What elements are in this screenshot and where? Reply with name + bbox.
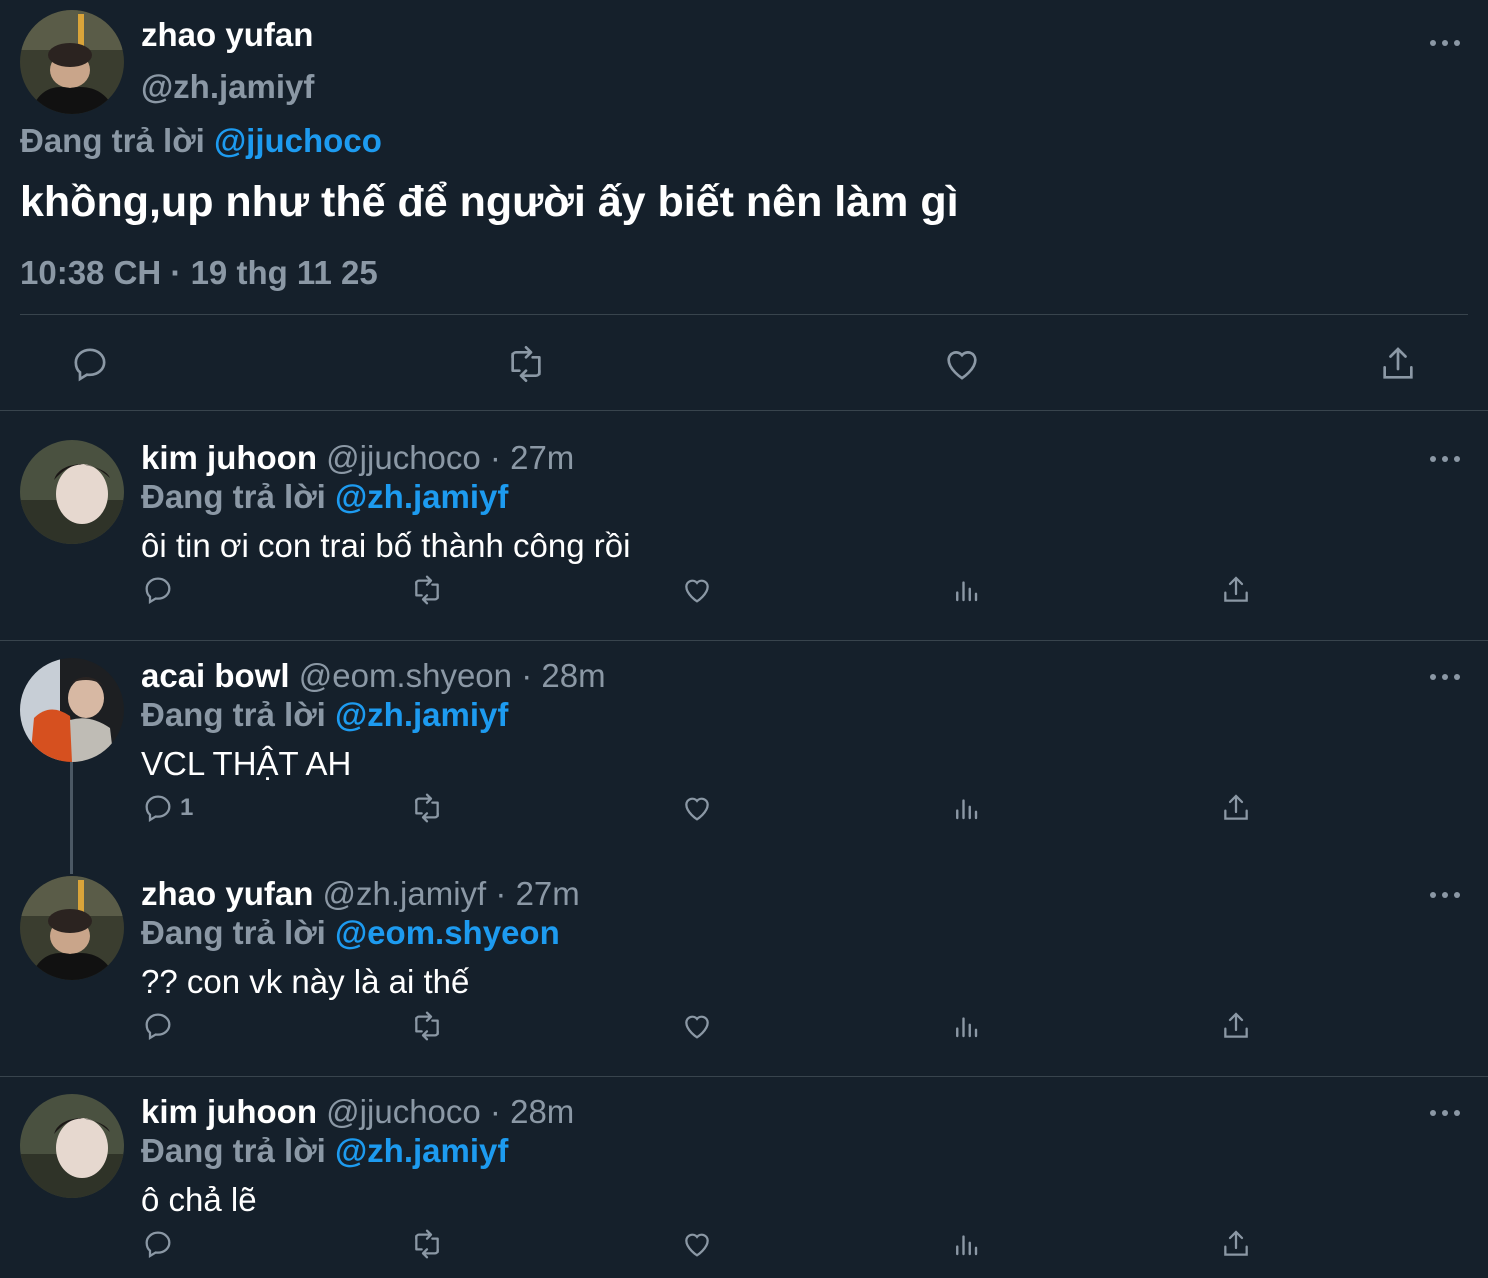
tweet-date: 19 thg 11 25 <box>190 254 378 291</box>
retweet-icon[interactable] <box>409 1216 445 1272</box>
reply-actions <box>0 1216 1488 1264</box>
analytics-icon[interactable] <box>951 1216 981 1272</box>
share-icon[interactable] <box>1220 562 1252 618</box>
heart-icon[interactable] <box>934 336 990 392</box>
meta-separator: · <box>489 439 501 476</box>
reply-text: VCL THẬT AH <box>141 745 352 782</box>
reply-actions <box>0 998 1488 1054</box>
meta-separator: · <box>521 657 533 694</box>
avatar[interactable] <box>20 658 124 762</box>
more-options-icon[interactable] <box>1430 888 1460 902</box>
retweet-icon[interactable] <box>409 998 445 1054</box>
more-options-icon[interactable] <box>1430 36 1460 50</box>
replying-to-line: Đang trả lời @jjuchoco <box>20 122 382 160</box>
analytics-icon[interactable] <box>951 780 981 836</box>
heart-icon[interactable] <box>680 998 714 1054</box>
replying-to-line: Đang trả lời @zh.jamiyf <box>141 696 508 734</box>
replying-prefix: Đang trả lời <box>141 696 326 733</box>
heart-icon[interactable] <box>680 1216 714 1272</box>
reply-icon[interactable] <box>142 1216 180 1272</box>
reply-text: ôi tin ơi con trai bố thành công rồi <box>141 527 631 564</box>
replying-to-line: Đang trả lời @zh.jamiyf <box>141 1132 508 1170</box>
author-handle[interactable]: @eom.shyeon <box>299 657 512 694</box>
replying-to-line: Đang trả lời @eom.shyeon <box>141 914 560 952</box>
meta-separator: · <box>170 254 182 291</box>
author-handle[interactable]: @jjuchoco <box>326 439 481 476</box>
author-name[interactable]: kim juhoon <box>141 1093 317 1130</box>
replying-prefix: Đang trả lời <box>141 914 326 951</box>
replying-to-handle[interactable]: @zh.jamiyf <box>335 1132 508 1169</box>
replying-to-handle[interactable]: @zh.jamiyf <box>335 696 508 733</box>
reply-text: ô chả lẽ <box>141 1181 257 1218</box>
tweet-timestamp[interactable]: 10:38 CH · 19 thg 11 25 <box>20 254 378 292</box>
reply-actions <box>0 562 1488 618</box>
replying-prefix: Đang trả lời <box>141 1132 326 1169</box>
author-name[interactable]: zhao yufan <box>141 16 313 54</box>
share-icon[interactable] <box>1220 998 1252 1054</box>
replying-to-handle[interactable]: @eom.shyeon <box>335 914 560 951</box>
author-name[interactable]: zhao yufan <box>141 875 313 912</box>
replying-prefix: Đang trả lời <box>20 122 205 159</box>
reply-time[interactable]: 27m <box>510 439 574 476</box>
reply-time[interactable]: 28m <box>541 657 605 694</box>
reply-header: kim juhoon @jjuchoco · 27m <box>141 439 574 477</box>
replying-to-handle[interactable]: @zh.jamiyf <box>335 478 508 515</box>
avatar[interactable] <box>20 876 124 980</box>
tweet-time: 10:38 CH <box>20 254 162 291</box>
reply-time[interactable]: 27m <box>516 875 580 912</box>
tweet-actions <box>0 336 1488 392</box>
share-icon[interactable] <box>1220 780 1252 836</box>
heart-icon[interactable] <box>680 562 714 618</box>
heart-icon[interactable] <box>680 780 714 836</box>
reply-header: zhao yufan @zh.jamiyf · 27m <box>141 875 580 913</box>
reply-icon[interactable] <box>142 562 180 618</box>
analytics-icon[interactable] <box>951 998 981 1054</box>
share-icon[interactable] <box>1220 1216 1252 1272</box>
divider <box>0 410 1488 411</box>
reply-text: ?? con vk này là ai thế <box>141 963 470 1000</box>
reply-time[interactable]: 28m <box>510 1093 574 1130</box>
avatar[interactable] <box>20 440 124 544</box>
reply-icon[interactable] <box>62 336 118 392</box>
author-name[interactable]: kim juhoon <box>141 439 317 476</box>
author-handle[interactable]: @zh.jamiyf <box>323 875 487 912</box>
divider <box>20 314 1468 315</box>
reply-icon[interactable] <box>142 998 180 1054</box>
share-icon[interactable] <box>1370 336 1426 392</box>
author-handle[interactable]: @zh.jamiyf <box>141 68 314 106</box>
reply-header: kim juhoon @jjuchoco · 28m <box>141 1093 574 1131</box>
retweet-icon[interactable] <box>409 780 445 836</box>
more-options-icon[interactable] <box>1430 452 1460 466</box>
avatar[interactable] <box>20 1094 124 1198</box>
replying-to-handle[interactable]: @jjuchoco <box>214 122 382 159</box>
author-name[interactable]: acai bowl <box>141 657 290 694</box>
replying-prefix: Đang trả lời <box>141 478 326 515</box>
meta-separator: · <box>489 1093 501 1130</box>
avatar[interactable] <box>20 10 124 114</box>
analytics-icon[interactable] <box>951 562 981 618</box>
author-handle[interactable]: @jjuchoco <box>326 1093 481 1130</box>
reply-actions: 1 <box>0 780 1488 836</box>
divider <box>0 1076 1488 1077</box>
reply-icon[interactable]: 1 <box>142 780 193 836</box>
retweet-icon[interactable] <box>498 336 554 392</box>
meta-separator: · <box>495 875 507 912</box>
more-options-icon[interactable] <box>1430 1106 1460 1120</box>
tweet-text: khồng,up như thế để người ấy biết nên là… <box>20 178 959 226</box>
divider <box>0 640 1488 641</box>
more-options-icon[interactable] <box>1430 670 1460 684</box>
retweet-icon[interactable] <box>409 562 445 618</box>
reply-header: acai bowl @eom.shyeon · 28m <box>141 657 606 695</box>
replying-to-line: Đang trả lời @zh.jamiyf <box>141 478 508 516</box>
reply-count: 1 <box>180 794 194 821</box>
